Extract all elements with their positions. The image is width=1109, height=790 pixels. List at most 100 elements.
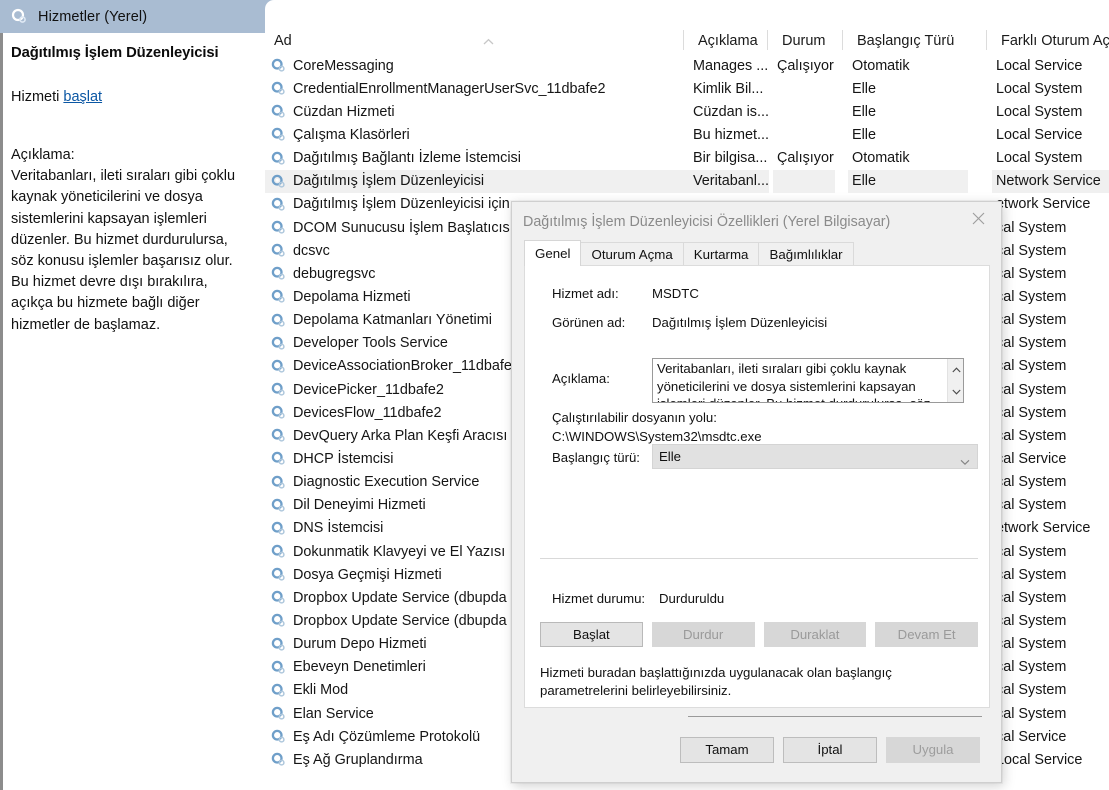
cell-logon-as: cal System	[996, 612, 1067, 629]
description-scrollbar[interactable]	[947, 359, 963, 402]
chevron-down-icon	[960, 454, 970, 469]
cell-logon-as: cal System	[996, 288, 1067, 305]
service-name-text: Cüzdan Hizmeti	[293, 103, 395, 120]
service-button-durdur: Durdur	[651, 622, 755, 647]
cell-logon-as: Local Service	[996, 751, 1083, 768]
column-separator[interactable]	[683, 30, 684, 50]
table-row[interactable]: CredentialEnrollmentManagerUserSvc_11dba…	[265, 77, 1109, 100]
service-name-text: DeviceAssociationBroker_11dbafe	[293, 358, 512, 375]
service-gear-icon	[271, 174, 286, 189]
service-gear-icon	[271, 405, 286, 420]
service-name-text: Dil Deneyimi Hizmeti	[293, 497, 426, 514]
column-header-startup[interactable]: Başlangıç Türü	[848, 27, 954, 54]
service-name-text: Eş Adı Çözümleme Protokolü	[293, 728, 481, 745]
cell-service-name: Cüzdan Hizmeti	[265, 100, 689, 123]
cell-logon-as: cal System	[996, 659, 1067, 676]
service-gear-icon	[271, 451, 286, 466]
service-name-text: Durum Depo Hizmeti	[293, 636, 427, 653]
footer-button-i̇ptal[interactable]: İptal	[783, 736, 877, 763]
service-name-text: Ekli Mod	[293, 682, 349, 699]
service-name-text: Developer Tools Service	[293, 335, 448, 352]
service-gear-icon	[271, 266, 286, 281]
column-separator[interactable]	[986, 30, 987, 50]
chevron-up-icon[interactable]	[948, 359, 963, 380]
dialog-footer: Tamam İptal Uygula	[512, 717, 1001, 782]
cell-logon-as: cal System	[996, 242, 1067, 259]
footer-button-uygula: Uygula	[886, 736, 980, 763]
cell-status	[773, 77, 835, 100]
cell-description: Bir bilgisa...	[693, 150, 768, 167]
services-mmc-window: Hizmetler (Yerel) Dağıtılmış İşlem Düzen…	[0, 0, 1109, 790]
column-header-description[interactable]: Açıklama	[689, 27, 758, 54]
service-name-text: debugregsvc	[293, 265, 376, 282]
service-gear-icon	[271, 197, 286, 212]
service-gear-icon	[271, 58, 286, 73]
cell-status	[773, 169, 835, 193]
window-title: Hizmetler (Yerel)	[38, 8, 148, 25]
general-tab-panel: Hizmet adı: MSDTC Görünen ad: Dağıtılmış…	[524, 265, 990, 743]
tab-kurtarma[interactable]: Kurtarma	[682, 242, 760, 266]
service-gear-icon	[271, 151, 286, 166]
service-button-başlat[interactable]: Başlat	[540, 622, 643, 647]
column-header-name[interactable]: Ad	[265, 27, 292, 54]
dialog-titlebar: Dağıtılmış İşlem Düzenleyicisi Özellikle…	[512, 202, 1001, 241]
cell-logon-as: cal System	[996, 358, 1067, 375]
details-body: Dağıtılmış İşlem Düzenleyicisi Hizmeti b…	[0, 33, 265, 790]
service-gear-icon	[271, 475, 286, 490]
cell-startup-type: Otomatik	[852, 57, 910, 74]
selected-service-title: Dağıtılmış İşlem Düzenleyicisi	[11, 45, 219, 61]
service-gear-icon	[271, 336, 286, 351]
cell-logon-as: cal System	[996, 566, 1067, 583]
start-service-line: Hizmeti başlat	[11, 87, 251, 107]
column-header-logon[interactable]: Farklı Oturum Aç	[992, 27, 1109, 54]
cell-logon-as: Local Service	[996, 126, 1083, 143]
start-service-link[interactable]: başlat	[63, 89, 102, 105]
start-prefix: Hizmeti	[11, 89, 64, 105]
list-top-chrome	[265, 0, 1109, 27]
table-row[interactable]: Dağıtılmış Bağlantı İzleme İstemcisi Bir …	[265, 147, 1109, 170]
tab-oturum-açma[interactable]: Oturum Açma	[580, 242, 684, 266]
cell-startup-type: Elle	[852, 80, 876, 97]
display-name-value: Dağıtılmış İşlem Düzenleyicisi	[652, 315, 828, 330]
tab-bağımlılıklar[interactable]: Bağımlılıklar	[758, 242, 854, 266]
service-details-pane: Hizmetler (Yerel) Dağıtılmış İşlem Düzen…	[0, 0, 265, 790]
cell-description: Kimlik Bil...	[693, 80, 764, 97]
description-textarea[interactable]: Veritabanları, ileti sıraları gibi çoklu…	[652, 358, 964, 403]
service-name-text: Eş Ağ Gruplandırma	[293, 751, 423, 768]
column-separator[interactable]	[767, 30, 768, 50]
cell-logon-as: cal System	[996, 381, 1067, 398]
service-button-devam-et: Devam Et	[875, 622, 978, 647]
cell-logon-as: Local System	[996, 80, 1083, 97]
service-name-text: Dosya Geçmişi Hizmeti	[293, 566, 442, 583]
footer-button-tamam[interactable]: Tamam	[680, 736, 774, 763]
cell-logon-as: Local Service	[996, 57, 1083, 74]
chevron-down-icon[interactable]	[948, 381, 963, 402]
column-header-status[interactable]: Durum	[773, 27, 826, 54]
cell-logon-as: etwork Service	[996, 520, 1091, 537]
service-properties-dialog: Dağıtılmış İşlem Düzenleyicisi Özellikle…	[511, 201, 1002, 783]
close-icon[interactable]	[955, 202, 1001, 234]
table-row[interactable]: Cüzdan Hizmeti Cüzdan is... Elle Local Syst…	[265, 100, 1109, 123]
startup-type-select[interactable]: Elle	[652, 444, 978, 469]
cell-service-name: CoreMessaging	[265, 54, 689, 77]
service-control-buttons: Başlat Durdur Duraklat Devam Et	[540, 622, 978, 647]
table-row[interactable]: Dağıtılmış İşlem Düzenleyicisi Veritabanl…	[265, 169, 1109, 193]
service-gear-icon	[271, 104, 286, 119]
list-top-chrome-inner	[265, 0, 1109, 27]
column-separator[interactable]	[842, 30, 843, 50]
cell-startup-type: Otomatik	[852, 150, 910, 167]
table-row[interactable]: CoreMessaging Manages ... Çalışıyor Otomati…	[265, 54, 1109, 77]
service-gear-icon	[271, 544, 286, 559]
startup-type-value: Elle	[659, 449, 681, 464]
service-name-text: DevQuery Arka Plan Keşfi Aracısı	[293, 427, 508, 444]
service-gear-icon	[271, 313, 286, 328]
dialog-tabstrip: Genel Oturum Açma Kurtarma Bağımlılıklar	[524, 240, 854, 266]
service-name-text: dcsvc	[293, 242, 330, 259]
table-row[interactable]: Çalışma Klasörleri Bu hizmet... Elle Local …	[265, 123, 1109, 146]
tab-genel[interactable]: Genel	[524, 240, 582, 266]
service-name-text: DHCP İstemcisi	[293, 450, 394, 467]
cell-logon-as: cal System	[996, 497, 1067, 514]
service-name-text: Dağıtılmış İşlem Düzenleyicisi	[293, 173, 485, 190]
service-name-text: DevicesFlow_11dbafe2	[293, 404, 442, 421]
cell-startup-type: Elle	[852, 103, 876, 120]
